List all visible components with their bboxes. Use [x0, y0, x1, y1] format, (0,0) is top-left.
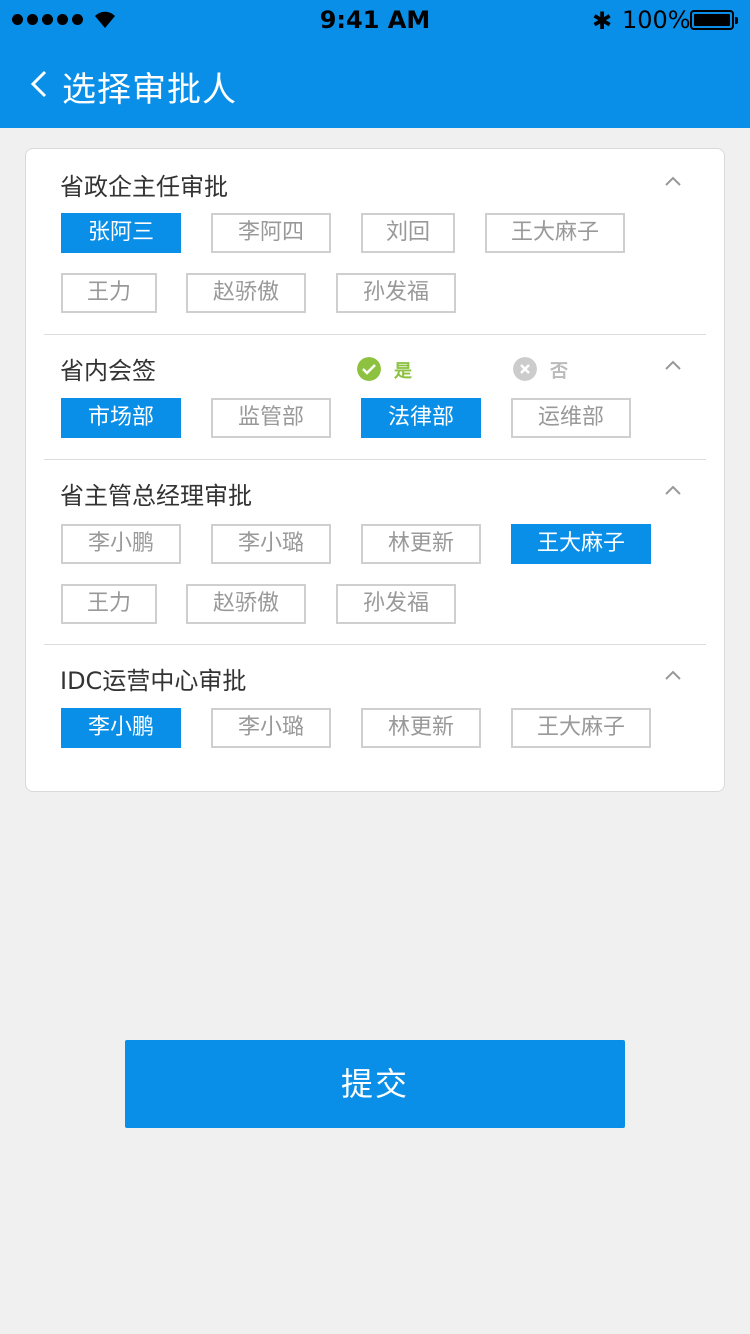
section-title: 省政企主任审批 — [60, 173, 228, 201]
section-provincial-director: 省政企主任审批 张阿三 李阿四 刘回 王大麻子 王力 赵骄傲 孙发福 — [26, 149, 726, 334]
battery-icon — [690, 10, 738, 30]
tag-li-xiaopeng[interactable]: 李小鹏 — [61, 708, 181, 748]
tag-lin-gengxin[interactable]: 林更新 — [361, 708, 481, 748]
chevron-up-icon[interactable] — [664, 484, 682, 496]
tag-supervision-dept[interactable]: 监管部 — [211, 398, 331, 438]
tag-zhao-jiaoao[interactable]: 赵骄傲 — [186, 273, 306, 313]
back-icon[interactable] — [30, 70, 48, 98]
tag-sun-fafu[interactable]: 孙发福 — [336, 584, 456, 624]
tag-sun-fafu[interactable]: 孙发福 — [336, 273, 456, 313]
page-title: 选择审批人 — [62, 70, 237, 110]
check-circle-icon[interactable] — [357, 357, 381, 381]
option-yes-label[interactable]: 是 — [394, 357, 412, 383]
nav-bar: 选择审批人 — [0, 40, 750, 128]
tag-li-asi[interactable]: 李阿四 — [211, 213, 331, 253]
tag-liu-hui[interactable]: 刘回 — [361, 213, 455, 253]
submit-button[interactable]: 提交 — [125, 1040, 625, 1128]
battery-percentage: 100% — [622, 6, 691, 34]
option-no-label[interactable]: 否 — [550, 357, 568, 383]
tag-lin-gengxin[interactable]: 林更新 — [361, 524, 481, 564]
section-title: 省主管总经理审批 — [60, 482, 252, 510]
section-countersign: 省内会签 是 否 市场部 监管部 法律部 运维部 — [26, 335, 726, 459]
tag-li-xiaopeng[interactable]: 李小鹏 — [61, 524, 181, 564]
tag-operations-dept[interactable]: 运维部 — [511, 398, 631, 438]
tag-wang-li[interactable]: 王力 — [61, 584, 157, 624]
bluetooth-icon: ✱ — [592, 7, 613, 35]
tag-li-xiaolu[interactable]: 李小璐 — [211, 708, 331, 748]
chevron-up-icon[interactable] — [664, 359, 682, 371]
approver-card: 省政企主任审批 张阿三 李阿四 刘回 王大麻子 王力 赵骄傲 孙发福 省内会签 … — [25, 148, 725, 792]
close-circle-icon[interactable] — [513, 357, 537, 381]
tag-wang-damazi[interactable]: 王大麻子 — [511, 524, 651, 564]
section-general-manager: 省主管总经理审批 李小鹏 李小璐 林更新 王大麻子 王力 赵骄傲 孙发福 — [26, 460, 726, 644]
tag-zhang-asan[interactable]: 张阿三 — [61, 213, 181, 253]
tag-wang-damazi[interactable]: 王大麻子 — [485, 213, 625, 253]
section-title: 省内会签 — [60, 357, 156, 385]
chevron-up-icon[interactable] — [664, 175, 682, 187]
tag-wang-damazi[interactable]: 王大麻子 — [511, 708, 651, 748]
tag-legal-dept[interactable]: 法律部 — [361, 398, 481, 438]
tag-zhao-jiaoao[interactable]: 赵骄傲 — [186, 584, 306, 624]
section-idc-operations: IDC运营中心审批 李小鹏 李小璐 林更新 王大麻子 — [26, 645, 726, 791]
chevron-up-icon[interactable] — [664, 669, 682, 681]
tag-wang-li[interactable]: 王力 — [61, 273, 157, 313]
tag-marketing-dept[interactable]: 市场部 — [61, 398, 181, 438]
status-bar: 9:41 AM ✱ 100% — [0, 0, 750, 40]
tag-li-xiaolu[interactable]: 李小璐 — [211, 524, 331, 564]
section-title: IDC运营中心审批 — [60, 667, 247, 695]
header: 9:41 AM ✱ 100% 选择审批人 — [0, 0, 750, 128]
